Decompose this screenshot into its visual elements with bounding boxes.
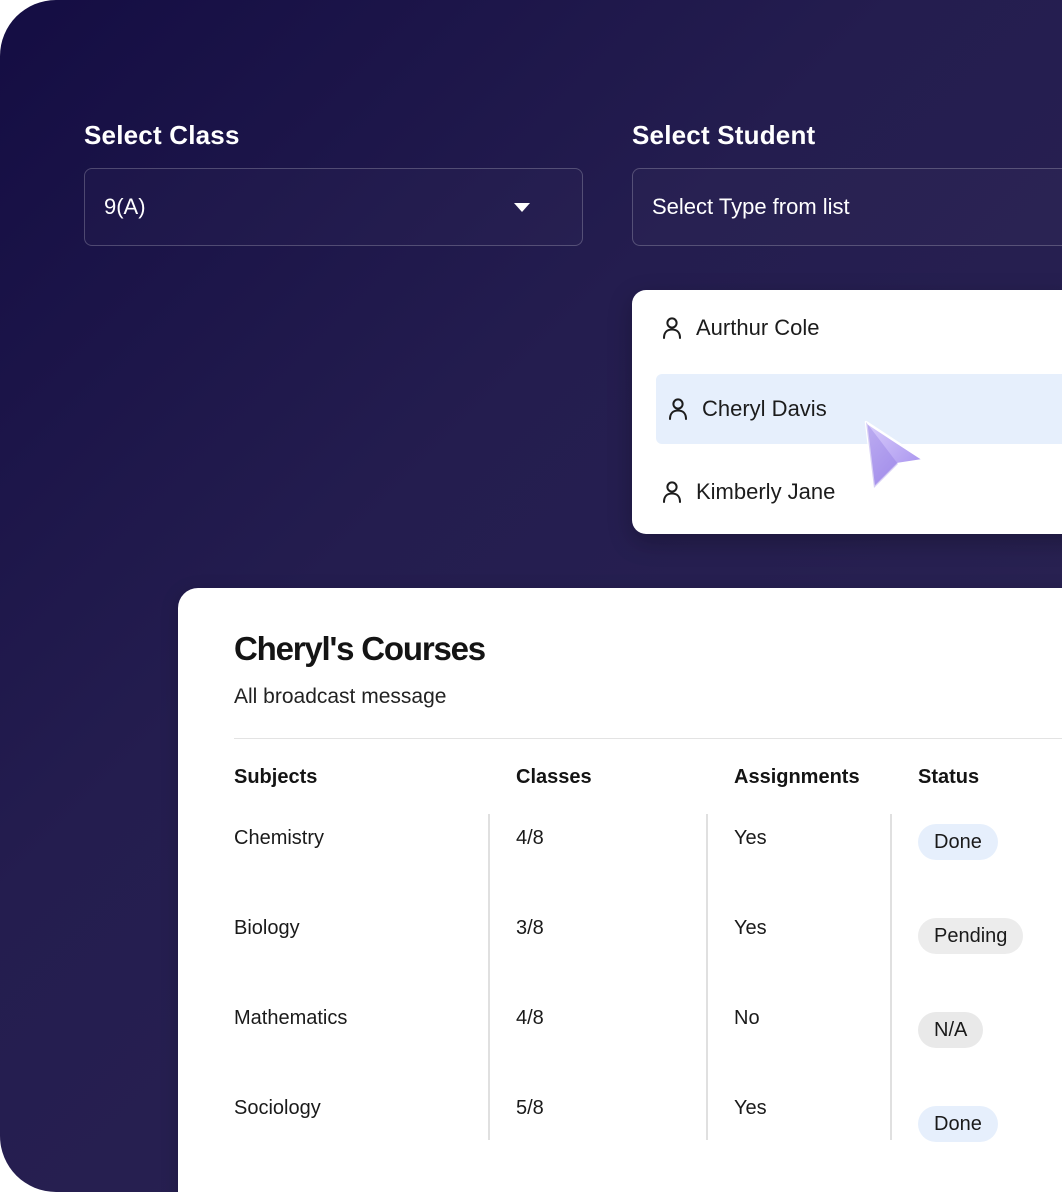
dropdown-item-label: Cheryl Davis [702, 396, 827, 421]
class-select-value: 9(A) [104, 194, 146, 219]
user-icon [663, 481, 681, 503]
cell-classes: 5/8 [516, 1097, 544, 1119]
cell-subject: Sociology [234, 1097, 321, 1119]
courses-subtitle: All broadcast message [234, 685, 447, 708]
dropdown-item-aurthur-cole[interactable]: Aurthur Cole [656, 293, 1062, 363]
user-icon [669, 398, 687, 420]
status-badge: Done [918, 824, 998, 860]
status-badge: Pending [918, 918, 1024, 954]
header-assignments: Assignments [734, 766, 860, 788]
cell-assignments: Yes [734, 917, 767, 939]
student-select-placeholder: Select Type from list [652, 194, 850, 219]
student-dropdown-list: Aurthur Cole Cheryl Davis Kimberly Jane [632, 290, 1062, 534]
column-divider [488, 814, 490, 1140]
dropdown-item-label: Kimberly Jane [696, 479, 836, 504]
cell-subject: Mathematics [234, 1007, 348, 1029]
app-background: Select Class 9(A) Select Student Select … [0, 0, 1062, 1192]
courses-card: Cheryl's Courses All broadcast message S… [178, 588, 1062, 1192]
select-class-label: Select Class [84, 120, 240, 150]
cell-assignments: Yes [734, 827, 767, 849]
cell-subject: Biology [234, 917, 300, 939]
dropdown-item-label: Aurthur Cole [696, 315, 820, 340]
cell-assignments: No [734, 1007, 760, 1029]
cell-classes: 4/8 [516, 827, 544, 849]
status-badge: N/A [918, 1012, 984, 1048]
select-student-label: Select Student [632, 120, 816, 150]
divider [234, 738, 1062, 739]
user-icon [663, 317, 681, 339]
caret-down-icon[interactable] [514, 203, 530, 212]
class-select[interactable]: 9(A) [84, 168, 583, 246]
student-select[interactable]: Select Type from list [632, 168, 1062, 246]
header-status: Status [918, 766, 980, 788]
column-divider [890, 814, 892, 1140]
cell-subject: Chemistry [234, 827, 325, 849]
cell-assignments: Yes [734, 1097, 767, 1119]
column-divider [706, 814, 708, 1140]
cell-classes: 3/8 [516, 917, 544, 939]
header-classes: Classes [516, 766, 592, 788]
status-badge: Done [918, 1106, 998, 1142]
header-subjects: Subjects [234, 766, 318, 788]
courses-title: Cheryl's Courses [234, 630, 486, 667]
cell-classes: 4/8 [516, 1007, 544, 1029]
cursor-arrow-icon [864, 420, 926, 490]
